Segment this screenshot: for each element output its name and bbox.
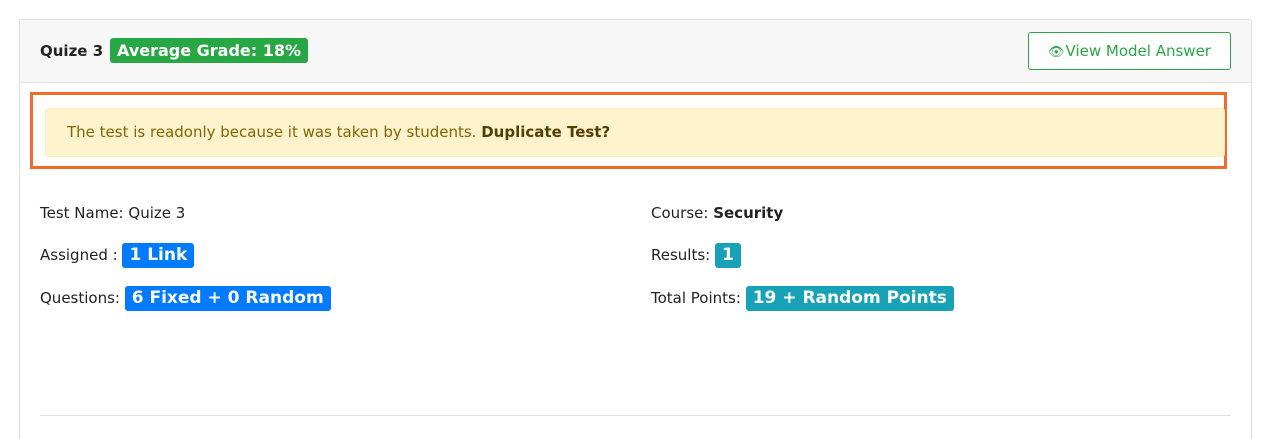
assigned-label: Assigned : xyxy=(40,246,118,264)
results-badge[interactable]: 1 xyxy=(715,243,741,268)
quiz-title: Quize 3 xyxy=(40,42,104,60)
course-label: Course: xyxy=(651,204,709,222)
results-row: Results: 1 xyxy=(651,243,741,268)
alert-highlight-frame: The test is readonly because it was take… xyxy=(30,92,1227,169)
test-name-label: Test Name: xyxy=(40,204,124,222)
results-label: Results: xyxy=(651,246,711,264)
readonly-alert: The test is readonly because it was take… xyxy=(45,108,1225,157)
duplicate-test-link[interactable]: Duplicate Test? xyxy=(481,123,610,141)
total-points-label: Total Points: xyxy=(651,289,741,307)
total-points-row: Total Points: 19 + Random Points xyxy=(651,286,954,311)
questions-label: Questions: xyxy=(40,289,120,307)
view-model-answer-button[interactable]: 👁View Model Answer xyxy=(1028,32,1231,70)
card-header: Quize 3 Average Grade: 18% 👁View Model A… xyxy=(20,20,1251,83)
test-card: Quize 3 Average Grade: 18% 👁View Model A… xyxy=(19,19,1252,439)
average-grade-badge: Average Grade: 18% xyxy=(110,38,309,63)
course-value: Security xyxy=(713,204,784,222)
course-row: Course: Security xyxy=(651,201,783,225)
card-divider xyxy=(40,415,1231,416)
questions-badge: 6 Fixed + 0 Random xyxy=(124,286,331,311)
view-model-answer-label: View Model Answer xyxy=(1065,42,1211,60)
eye-icon: 👁 xyxy=(1048,45,1065,60)
questions-row: Questions: 6 Fixed + 0 Random xyxy=(40,286,331,311)
test-name-row: Test Name: Quize 3 xyxy=(40,201,185,225)
assigned-badge[interactable]: 1 Link xyxy=(122,243,195,268)
alert-message: The test is readonly because it was take… xyxy=(67,123,482,141)
test-name-value: Quize 3 xyxy=(128,204,186,222)
assigned-row: Assigned : 1 Link xyxy=(40,243,195,268)
total-points-badge: 19 + Random Points xyxy=(745,286,954,311)
